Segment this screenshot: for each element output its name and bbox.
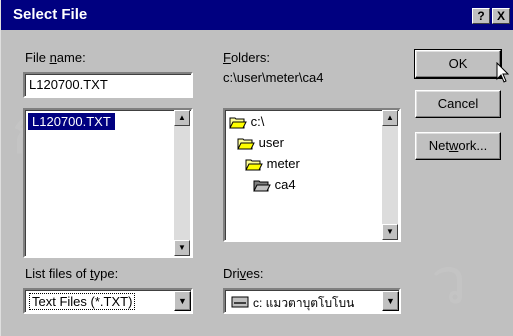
- file-name-label: File name:: [25, 50, 86, 65]
- title-bar[interactable]: Select File ? X: [1, 0, 513, 30]
- file-name-value: L120700.TXT: [29, 77, 108, 92]
- cancel-button[interactable]: Cancel: [415, 90, 501, 118]
- window-title: Select File: [13, 6, 88, 23]
- open-folder-icon: [237, 138, 255, 150]
- select-file-dialog: ก ว Select File ? X File name: L120700.T…: [0, 0, 513, 336]
- drives-select[interactable]: c: แมวตาบุตโบโบน ▼: [223, 288, 401, 314]
- drives-label: Drives:: [223, 266, 264, 281]
- chevron-down-icon[interactable]: ▼: [174, 291, 191, 311]
- folder-label: c:\: [250, 114, 265, 129]
- current-folder-path: c:\user\meter\ca4: [223, 70, 324, 85]
- folder-item-meter[interactable]: meter: [245, 156, 300, 171]
- network-button[interactable]: Network...: [415, 132, 501, 160]
- file-list-scrollbar[interactable]: ▲ ▼: [174, 110, 190, 256]
- mouse-cursor-icon: [496, 62, 510, 83]
- file-name-input[interactable]: L120700.TXT: [23, 72, 193, 98]
- scroll-up-icon[interactable]: ▲: [174, 110, 190, 126]
- folder-tree[interactable]: c:\ user meter ca4 ▲ ▼: [223, 108, 401, 242]
- ok-button[interactable]: OK: [414, 49, 502, 79]
- file-types-label: List files of type:: [25, 266, 119, 281]
- watermark-logo-2: ว: [431, 245, 467, 319]
- file-types-select[interactable]: Text Files (*.TXT) ▼: [23, 288, 193, 314]
- drives-value: c: แมวตาบุตโบโบน: [253, 296, 355, 310]
- folder-tree-scrollbar[interactable]: ▲ ▼: [382, 110, 398, 240]
- folder-label: meter: [266, 156, 300, 171]
- open-folder-icon: [229, 117, 247, 129]
- open-folder-selected-icon: [253, 180, 271, 192]
- chevron-down-icon[interactable]: ▼: [382, 291, 399, 311]
- help-button[interactable]: ?: [472, 8, 490, 24]
- folder-label: ca4: [274, 177, 296, 192]
- folder-item-ca4[interactable]: ca4: [253, 177, 296, 192]
- folders-label: Folders:: [223, 50, 270, 65]
- file-list[interactable]: L120700.TXT ▲ ▼: [23, 108, 193, 258]
- file-list-item-selected[interactable]: L120700.TXT: [28, 113, 115, 130]
- scroll-down-icon[interactable]: ▼: [174, 240, 190, 256]
- scroll-down-icon[interactable]: ▼: [382, 224, 398, 240]
- folder-item-root[interactable]: c:\: [229, 114, 264, 129]
- open-folder-icon: [245, 159, 263, 171]
- close-button[interactable]: X: [492, 8, 510, 24]
- hard-drive-icon: [231, 296, 249, 308]
- folder-item-user[interactable]: user: [237, 135, 284, 150]
- folder-label: user: [258, 135, 284, 150]
- file-types-value: Text Files (*.TXT): [29, 293, 136, 310]
- scroll-up-icon[interactable]: ▲: [382, 110, 398, 126]
